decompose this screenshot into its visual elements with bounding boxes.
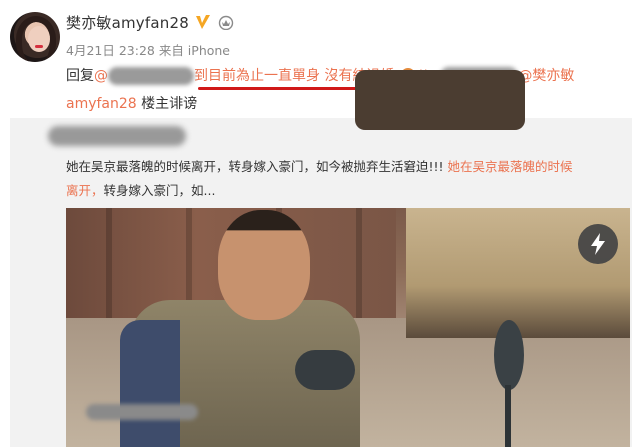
avatar-lips xyxy=(35,45,43,48)
photo-handle xyxy=(295,350,355,390)
repost-text-line-1: 她在吴京最落魄的时候离开，转身嫁入豪门，如今被抛弃生活窘迫!!! 她在吴京最落魄… xyxy=(66,156,573,175)
reply-line-2: amyfan28 楼主诽谤 xyxy=(66,93,197,113)
reply-mention-amyfan28[interactable]: amyfan28 xyxy=(66,96,137,112)
avatar-face xyxy=(28,26,50,52)
username[interactable]: 樊亦敏amyfan28 xyxy=(66,12,189,33)
reply-at[interactable]: @ xyxy=(94,68,108,84)
photo-person-head xyxy=(218,210,310,320)
photo-mirror xyxy=(494,320,524,390)
photo-vehicle-track xyxy=(355,70,525,130)
photo-person-sleeve xyxy=(120,320,180,447)
wall-stripe xyxy=(356,208,362,318)
blurred-username-1 xyxy=(108,67,194,85)
repost-text: 她在吴京最落魄的时候离开，转身嫁入豪门，如今被抛弃生活窘迫!!! xyxy=(66,159,444,174)
repost-quote-2: 离开， xyxy=(66,183,104,198)
wall-stripe xyxy=(106,208,112,318)
photo-mirror-stem xyxy=(505,385,511,447)
weibo-post: 樊亦敏amyfan28 4月21日 23:28 来自 iPhone 回复@ 到目前… xyxy=(0,0,640,447)
repost-text-line-2: 离开，转身嫁入豪门，如... xyxy=(66,180,215,199)
repost-quote-1: 她在吴京最落魄的时候 xyxy=(443,159,573,174)
avatar[interactable] xyxy=(10,12,60,62)
reply-prefix: 回复 xyxy=(66,68,94,84)
verified-v-icon xyxy=(196,15,210,29)
blurred-repost-username xyxy=(48,126,186,146)
post-meta: 4月21日 23:28 来自 iPhone xyxy=(66,43,230,58)
reply-line2-text: 楼主诽谤 xyxy=(136,96,198,112)
blurred-caption xyxy=(86,404,198,420)
flash-icon[interactable] xyxy=(578,224,618,264)
reply-mention-tail[interactable]: @樊亦敏 xyxy=(518,68,574,84)
crown-icon[interactable] xyxy=(218,14,234,30)
repost-text-2: 转身嫁入豪门，如... xyxy=(103,183,216,198)
